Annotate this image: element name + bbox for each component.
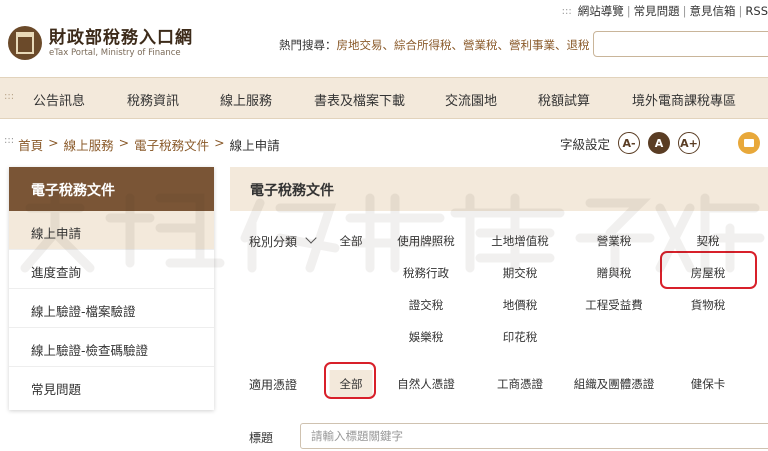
hot-search: 熱門搜尋： 房地交易、 綜合所得稅、 營業稅、 營利事業、 退稅 <box>279 37 590 53</box>
hot-link-property[interactable]: 房地交易 <box>337 37 383 53</box>
tax-category-label: 稅別分類 <box>249 235 298 249</box>
divider: | <box>738 4 743 18</box>
main-nav: ::: 公告訊息 稅務資訊 線上服務 書表及檔案下載 交流園地 稅額試算 境外電… <box>0 77 768 119</box>
tax-option-amusement[interactable]: 娛樂稅 <box>409 329 444 345</box>
site-logo[interactable]: 財政部稅務入口網 eTax Portal, Ministry of Financ… <box>8 26 193 60</box>
tax-option-all[interactable]: 全部 <box>340 233 363 249</box>
nav-tax-calculator[interactable]: 稅額試算 <box>538 90 590 109</box>
content-title: 電子稅務文件 <box>230 167 768 211</box>
nav-downloads[interactable]: 書表及檔案下載 <box>314 90 405 109</box>
font-large-button[interactable]: A+ <box>678 132 701 154</box>
cert-option-organization[interactable]: 組織及團體憑證 <box>574 376 655 392</box>
title-label: 標題 <box>249 431 274 445</box>
nav-overseas-ecommerce[interactable]: 境外電商課稅專區 <box>632 90 736 109</box>
breadcrumb-etax-docs[interactable]: 電子稅務文件 <box>134 135 209 154</box>
tax-option-land-value-increment[interactable]: 土地增值稅 <box>491 233 549 249</box>
util-link-sitemap[interactable]: 網站導覽 <box>578 3 624 19</box>
breadcrumb: ::: 首頁 > 線上服務 > 電子稅務文件 > 線上申請 <box>4 135 280 154</box>
cert-option-citizen[interactable]: 自然人憑證 <box>397 376 455 392</box>
print-icon[interactable] <box>738 132 760 154</box>
util-link-feedback[interactable]: 意見信箱 <box>690 3 736 19</box>
highlight-ring-house-tax <box>660 251 757 289</box>
search-input[interactable] <box>593 31 768 57</box>
drag-dots-icon: ::: <box>561 5 572 17</box>
tax-option-license[interactable]: 使用牌照稅 <box>397 233 455 249</box>
font-size-setting: 字級設定 A- A A+ <box>560 132 701 154</box>
nav-online-services[interactable]: 線上服務 <box>220 90 272 109</box>
font-size-label: 字級設定 <box>560 136 611 152</box>
sidebar: 電子稅務文件 線上申請 進度查詢 線上驗證-檔案驗證 線上驗證-檢查碼驗證 常見… <box>9 167 214 410</box>
site-subtitle: eTax Portal, Ministry of Finance <box>49 47 181 58</box>
divider: | <box>626 4 631 18</box>
chevron-right-icon: > <box>48 135 59 150</box>
chevron-right-icon: > <box>214 135 225 150</box>
util-link-faq[interactable]: 常見問題 <box>634 3 680 19</box>
title-search-input[interactable] <box>300 423 768 449</box>
font-medium-button[interactable]: A <box>648 132 671 154</box>
drag-dots-icon: ::: <box>4 135 15 146</box>
hot-link-income-tax[interactable]: 綜合所得稅 <box>394 37 452 53</box>
certificate-label: 適用憑證 <box>249 378 298 392</box>
hot-search-label: 熱門搜尋： <box>279 38 337 52</box>
sidebar-title: 電子稅務文件 <box>9 167 214 211</box>
nav-tax-info[interactable]: 稅務資訊 <box>127 90 179 109</box>
nav-forum[interactable]: 交流園地 <box>445 90 497 109</box>
ministry-emblem-icon <box>8 26 42 60</box>
drag-dots-icon: ::: <box>4 91 15 102</box>
tax-option-futures[interactable]: 期交稅 <box>503 265 538 281</box>
chevron-right-icon: > <box>118 135 130 150</box>
utility-links: ::: 網站導覽 | 常見問題 | 意見信箱 | RSS <box>562 3 768 19</box>
tax-option-construction[interactable]: 工程受益費 <box>585 297 643 313</box>
sidebar-item-progress[interactable]: 進度查詢 <box>9 250 214 289</box>
sidebar-item-apply[interactable]: 線上申請 <box>9 211 214 250</box>
font-small-button[interactable]: A- <box>618 132 641 154</box>
tax-option-deed[interactable]: 契稅 <box>697 233 720 249</box>
util-link-rss[interactable]: RSS <box>745 4 768 18</box>
tax-option-gift[interactable]: 贈與稅 <box>597 265 632 281</box>
sidebar-item-faq[interactable]: 常見問題 <box>9 367 214 406</box>
tax-option-admin[interactable]: 稅務行政 <box>403 265 449 281</box>
tax-option-stamp[interactable]: 印花稅 <box>503 329 538 345</box>
cert-option-business[interactable]: 工商憑證 <box>497 376 543 392</box>
tax-option-commodity[interactable]: 貨物稅 <box>691 297 726 313</box>
tax-option-securities[interactable]: 證交稅 <box>409 297 444 313</box>
divider: | <box>682 4 687 18</box>
tax-option-land-value[interactable]: 地價稅 <box>503 297 538 313</box>
breadcrumb-online-services[interactable]: 線上服務 <box>64 135 114 154</box>
cert-option-health-card[interactable]: 健保卡 <box>691 376 726 392</box>
hot-link-refund[interactable]: 退稅 <box>567 37 590 53</box>
hot-link-business-tax[interactable]: 營業稅 <box>463 37 498 53</box>
breadcrumb-home[interactable]: 首頁 <box>18 135 43 154</box>
sidebar-item-file-verify[interactable]: 線上驗證-檔案驗證 <box>9 289 214 328</box>
site-title: 財政部稅務入口網 <box>49 27 193 48</box>
highlight-ring-all-certs <box>324 362 376 399</box>
chevron-down-icon[interactable] <box>305 232 317 244</box>
breadcrumb-current: 線上申請 <box>229 138 280 153</box>
sidebar-item-code-verify[interactable]: 線上驗證-檢查碼驗證 <box>9 328 214 367</box>
nav-announcements[interactable]: 公告訊息 <box>33 90 85 109</box>
tax-option-business[interactable]: 營業稅 <box>597 233 632 249</box>
hot-link-enterprise[interactable]: 營利事業 <box>509 37 555 53</box>
